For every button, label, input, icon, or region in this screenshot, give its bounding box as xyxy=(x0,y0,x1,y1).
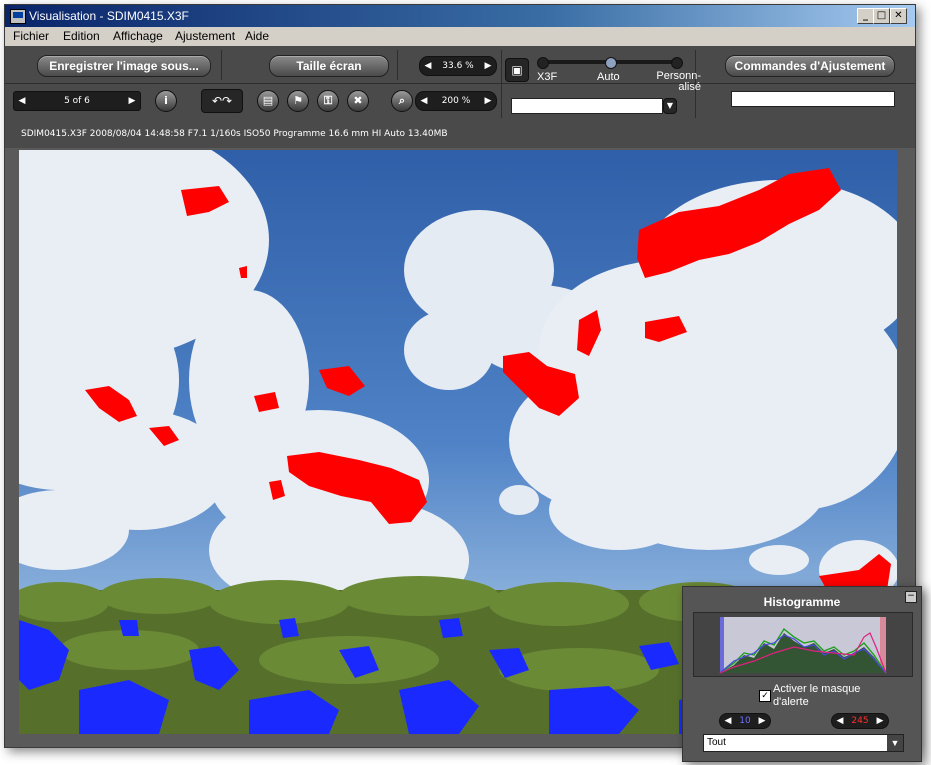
menu-edition[interactable]: Edition xyxy=(63,29,100,43)
window-title: Visualisation - SDIM0415.X3F xyxy=(29,9,189,23)
display-mode-icon[interactable]: ▣ xyxy=(505,58,529,82)
separator xyxy=(501,50,502,118)
menu-affichage[interactable]: Affichage xyxy=(113,29,163,43)
zoom2-increase-icon[interactable]: ▶ xyxy=(480,92,496,110)
mode-knob-x3f[interactable] xyxy=(537,57,549,69)
maximize-button[interactable]: □ xyxy=(873,8,890,24)
page-stepper[interactable]: ◀ 5 of 6 ▶ xyxy=(13,91,141,111)
image-info-text: SDIM0415.X3F 2008/08/04 14:48:58 F7.1 1/… xyxy=(21,129,448,139)
separator xyxy=(221,50,222,80)
fullscreen-button[interactable]: Taille écran xyxy=(269,55,389,77)
trash-icon[interactable]: ✖ xyxy=(347,90,369,112)
high-threshold-stepper[interactable]: ◀ 245 ▶ xyxy=(831,713,889,729)
custom-mode-dropdown[interactable] xyxy=(511,98,663,114)
zoom-decrease-icon[interactable]: ◀ xyxy=(420,57,436,75)
mode-label-x3f: X3F xyxy=(537,71,558,83)
key-icon[interactable]: ⚿ xyxy=(317,90,339,112)
channel-select[interactable]: Tout ▼ xyxy=(703,734,904,752)
mode-label-custom: Personn- alisé xyxy=(656,70,701,93)
menu-ajustement[interactable]: Ajustement xyxy=(175,29,235,43)
close-button[interactable]: ✕ xyxy=(890,8,907,24)
histogram-chart xyxy=(719,617,887,674)
next-image-icon[interactable]: ▶ xyxy=(124,92,140,110)
info-bar: SDIM0415.X3F 2008/08/04 14:48:58 F7.1 1/… xyxy=(5,120,915,148)
mode-label-auto: Auto xyxy=(597,71,620,83)
magnifier-icon[interactable]: ⌕ xyxy=(391,90,413,112)
minimize-button[interactable]: _ xyxy=(857,8,874,24)
high-decrease-icon[interactable]: ◀ xyxy=(832,714,848,728)
rotate-left-icon[interactable]: ↶ xyxy=(212,94,222,108)
app-icon xyxy=(10,9,26,24)
low-threshold-stepper[interactable]: ◀ 10 ▶ xyxy=(719,713,771,729)
rotate-right-icon[interactable]: ↷ xyxy=(222,94,232,108)
prev-image-icon[interactable]: ◀ xyxy=(14,92,30,110)
menu-fichier[interactable]: Fichier xyxy=(13,29,49,43)
alert-mask-checkbox[interactable]: ✓ xyxy=(759,690,771,702)
adjustment-input[interactable] xyxy=(731,91,895,107)
toolbar: Enregistrer l'image sous... Taille écran… xyxy=(5,46,915,120)
zoom2-decrease-icon[interactable]: ◀ xyxy=(416,92,432,110)
menu-bar: Fichier Edition Affichage Ajustement Aid… xyxy=(5,27,915,46)
flag-icon[interactable]: ⚑ xyxy=(287,90,309,112)
histogram-graph xyxy=(693,612,913,677)
rotate-group: ↶↷ xyxy=(201,89,243,113)
low-increase-icon[interactable]: ▶ xyxy=(754,714,770,728)
high-threshold-value: 245 xyxy=(851,716,869,726)
mode-knob-custom[interactable] xyxy=(671,57,683,69)
histogram-panel: Histogramme − ✓ Activer le masque d'aler… xyxy=(682,586,922,762)
dropdown-arrow-icon[interactable]: ▼ xyxy=(663,98,677,114)
zoom-stepper[interactable]: ◀ 33.6 % ▶ xyxy=(419,56,497,76)
info-icon[interactable]: i xyxy=(155,90,177,112)
adjustment-controls-button[interactable]: Commandes d'Ajustement xyxy=(725,55,895,77)
title-bar: Visualisation - SDIM0415.X3F _ □ ✕ xyxy=(5,5,915,27)
page-value: 5 of 6 xyxy=(64,96,90,106)
histogram-title: Histogramme xyxy=(763,595,841,609)
menu-aide[interactable]: Aide xyxy=(245,29,269,43)
low-decrease-icon[interactable]: ◀ xyxy=(720,714,736,728)
print-icon[interactable]: ▤ xyxy=(257,90,279,112)
zoom2-value: 200 % xyxy=(441,96,471,106)
channel-value: Tout xyxy=(707,737,726,748)
mode-knob-auto[interactable] xyxy=(605,57,617,69)
high-increase-icon[interactable]: ▶ xyxy=(872,714,888,728)
zoom2-stepper[interactable]: ◀ 200 % ▶ xyxy=(415,91,497,111)
chevron-down-icon[interactable]: ▼ xyxy=(887,735,903,751)
separator xyxy=(397,50,398,80)
alert-mask-label: Activer le masque d'alerte xyxy=(773,683,861,708)
low-threshold-value: 10 xyxy=(739,716,751,726)
minimize-panel-icon[interactable]: − xyxy=(905,591,917,603)
toolbar-separator xyxy=(5,83,915,84)
zoom-value: 33.6 % xyxy=(442,61,474,71)
save-image-button[interactable]: Enregistrer l'image sous... xyxy=(37,55,211,77)
zoom-increase-icon[interactable]: ▶ xyxy=(480,57,496,75)
